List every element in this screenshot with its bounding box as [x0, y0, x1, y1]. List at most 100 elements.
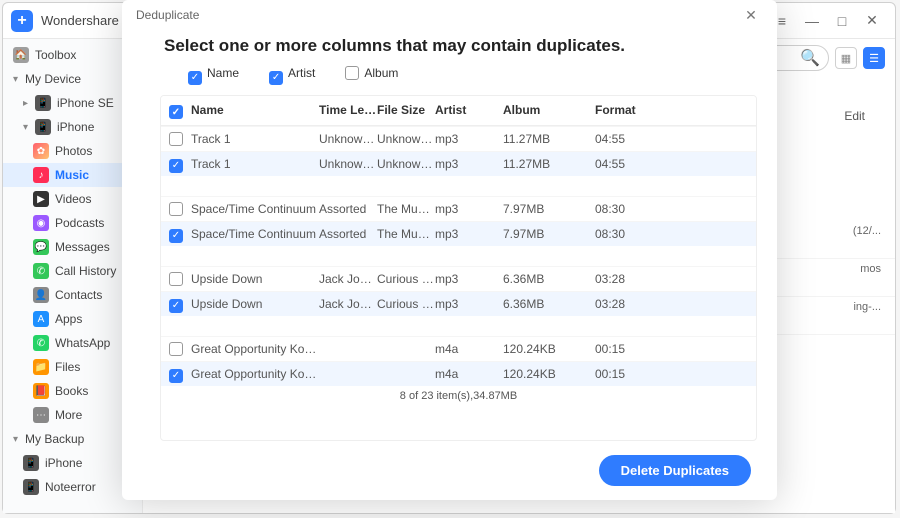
sidebar-label: Contacts — [55, 288, 102, 302]
cell-file-size: Unknown ... — [377, 132, 435, 146]
cell-format: 00:15 — [595, 367, 665, 381]
cell-album: 7.97MB — [503, 227, 595, 241]
sidebar-label: Photos — [55, 144, 92, 158]
cell-format: 04:55 — [595, 157, 665, 171]
dialog-header: Deduplicate — [136, 8, 199, 22]
cell-album: 6.36MB — [503, 272, 595, 286]
delete-duplicates-button[interactable]: Delete Duplicates — [599, 455, 751, 486]
th-file-size[interactable]: File Size — [377, 103, 435, 117]
row-checkbox[interactable]: ✓ — [169, 159, 183, 173]
row-checkbox[interactable] — [169, 342, 183, 356]
th-artist[interactable]: Artist — [435, 103, 503, 117]
cell-file-size: Curious G... — [377, 272, 435, 286]
check-label: Artist — [288, 66, 315, 80]
sidebar-label: Videos — [55, 192, 91, 206]
sidebar-label: More — [55, 408, 82, 422]
sidebar-label: WhatsApp — [55, 336, 110, 350]
cell-artist: mp3 — [435, 202, 503, 216]
edit-column-header: Edit — [844, 109, 865, 123]
cell-album: 11.27MB — [503, 157, 595, 171]
row-checkbox[interactable]: ✓ — [169, 229, 183, 243]
row-checkbox[interactable]: ✓ — [169, 299, 183, 313]
sidebar-label: iPhone SE — [57, 96, 114, 110]
table-row[interactable]: Track 1Unknown ...Unknown ...mp311.27MB0… — [161, 126, 756, 151]
cell-name: Space/Time Continuum — [191, 227, 319, 241]
grid-view-button[interactable]: ▦ — [835, 47, 857, 69]
cell-file-size: The Music... — [377, 227, 435, 241]
cell-format: 03:28 — [595, 272, 665, 286]
cell-name: Upside Down — [191, 272, 319, 286]
dialog-title: Select one or more columns that may cont… — [122, 30, 777, 66]
sidebar-label: Call History — [55, 264, 116, 278]
sidebar-label: Music — [55, 168, 89, 182]
cell-artist: mp3 — [435, 157, 503, 171]
select-all-checkbox[interactable]: ✓ — [169, 105, 183, 119]
cell-name: Space/Time Continuum — [191, 202, 319, 216]
sidebar-label: Messages — [55, 240, 110, 254]
cell-time-length: Assorted — [319, 202, 377, 216]
close-icon[interactable]: ✕ — [857, 6, 887, 36]
column-check-artist[interactable]: ✓Artist — [269, 66, 315, 85]
duplicates-table: ✓ Name Time Len... File Size Artist Albu… — [160, 95, 757, 442]
sidebar-label: Books — [55, 384, 88, 398]
check-label: Album — [364, 66, 398, 80]
th-album[interactable]: Album — [503, 103, 595, 117]
sidebar-label: Files — [55, 360, 80, 374]
cell-name: Track 1 — [191, 132, 319, 146]
table-row[interactable]: ✓Upside DownJack John...Curious G...mp36… — [161, 291, 756, 316]
cell-artist: m4a — [435, 342, 503, 356]
cell-file-size: The Music... — [377, 202, 435, 216]
search-icon: 🔍 — [800, 48, 820, 68]
cell-file-size: Curious G... — [377, 297, 435, 311]
row-checkbox[interactable] — [169, 132, 183, 146]
sidebar-label: My Device — [25, 72, 81, 86]
cell-name: Great Opportunity Kouf... — [191, 342, 319, 356]
table-row[interactable]: ✓Space/Time ContinuumAssortedThe Music..… — [161, 221, 756, 246]
sidebar-label: iPhone — [45, 456, 82, 470]
list-view-button[interactable]: ☰ — [863, 47, 885, 69]
cell-artist: mp3 — [435, 132, 503, 146]
cell-format: 00:15 — [595, 342, 665, 356]
sidebar-label: Podcasts — [55, 216, 104, 230]
cell-album: 6.36MB — [503, 297, 595, 311]
bg-cell: (12/... — [853, 225, 881, 237]
cell-format: 08:30 — [595, 227, 665, 241]
cell-album: 7.97MB — [503, 202, 595, 216]
bg-cell: mos — [860, 263, 881, 275]
th-time-length[interactable]: Time Len... — [319, 103, 377, 117]
cell-format: 08:30 — [595, 202, 665, 216]
cell-artist: m4a — [435, 367, 503, 381]
dialog-close-button[interactable]: ✕ — [739, 3, 763, 27]
sidebar-label: My Backup — [25, 432, 84, 446]
column-check-album[interactable]: Album — [345, 66, 398, 85]
table-row[interactable]: Upside DownJack John...Curious G...mp36.… — [161, 266, 756, 291]
cell-format: 03:28 — [595, 297, 665, 311]
check-label: Name — [207, 66, 239, 80]
row-checkbox[interactable]: ✓ — [169, 369, 183, 383]
table-row[interactable]: ✓Great Opportunity Kouf...m4a120.24KB00:… — [161, 361, 756, 386]
column-check-name[interactable]: ✓Name — [188, 66, 239, 85]
cell-format: 04:55 — [595, 132, 665, 146]
cell-file-size: Unknown ... — [377, 157, 435, 171]
th-format[interactable]: Format — [595, 103, 665, 117]
maximize-icon[interactable]: □ — [827, 6, 857, 36]
row-checkbox[interactable] — [169, 272, 183, 286]
th-name[interactable]: Name — [191, 103, 319, 117]
table-row[interactable]: Great Opportunity Kouf... m4a120.24KB00:1… — [161, 336, 756, 361]
sidebar-label: Apps — [55, 312, 82, 326]
cell-time-length: Jack John... — [319, 297, 377, 311]
cell-time-length: Unknown ... — [319, 132, 377, 146]
minimize-icon[interactable]: — — [797, 6, 827, 36]
sidebar-label: Noteerror — [45, 480, 96, 494]
cell-name: Track 1 — [191, 157, 319, 171]
cell-album: 120.24KB — [503, 342, 595, 356]
bg-cell: ing-... — [853, 301, 881, 313]
table-row[interactable]: Space/Time ContinuumAssortedThe Music...… — [161, 196, 756, 221]
cell-artist: mp3 — [435, 272, 503, 286]
sidebar-label: Toolbox — [35, 48, 76, 62]
sidebar-label: iPhone — [57, 120, 94, 134]
row-checkbox[interactable] — [169, 202, 183, 216]
cell-name: Upside Down — [191, 297, 319, 311]
cell-time-length: Unknown ... — [319, 157, 377, 171]
table-row[interactable]: ✓Track 1Unknown ...Unknown ...mp311.27MB… — [161, 151, 756, 176]
